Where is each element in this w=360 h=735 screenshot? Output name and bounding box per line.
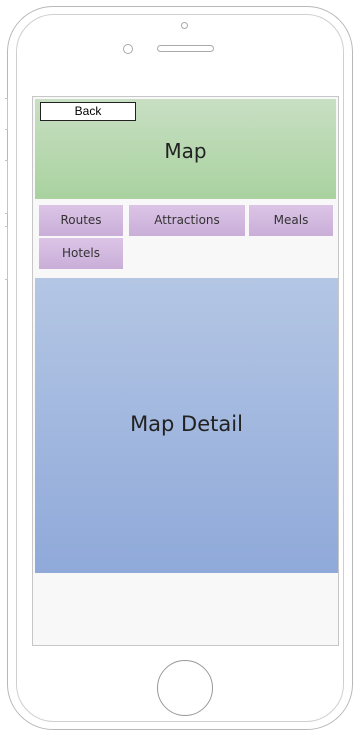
map-header: Back Map xyxy=(35,99,336,199)
mute-switch xyxy=(5,98,8,130)
map-detail-panel[interactable]: Map Detail xyxy=(35,278,338,573)
home-button[interactable] xyxy=(157,660,213,716)
page-title: Map xyxy=(164,139,207,163)
volume-up-button xyxy=(5,160,8,214)
back-button[interactable]: Back xyxy=(40,102,136,121)
tab-attractions[interactable]: Attractions xyxy=(129,205,245,236)
volume-down-button xyxy=(5,226,8,280)
map-detail-label: Map Detail xyxy=(130,412,243,436)
tab-meals[interactable]: Meals xyxy=(249,205,333,236)
sensor-icon xyxy=(123,44,133,54)
tab-hotels[interactable]: Hotels xyxy=(39,238,123,269)
tab-routes[interactable]: Routes xyxy=(39,205,123,236)
front-camera-icon xyxy=(181,22,188,29)
speaker-grille xyxy=(157,45,214,52)
app-screen: Back Map Routes Attractions Meals Hotels… xyxy=(32,96,339,646)
